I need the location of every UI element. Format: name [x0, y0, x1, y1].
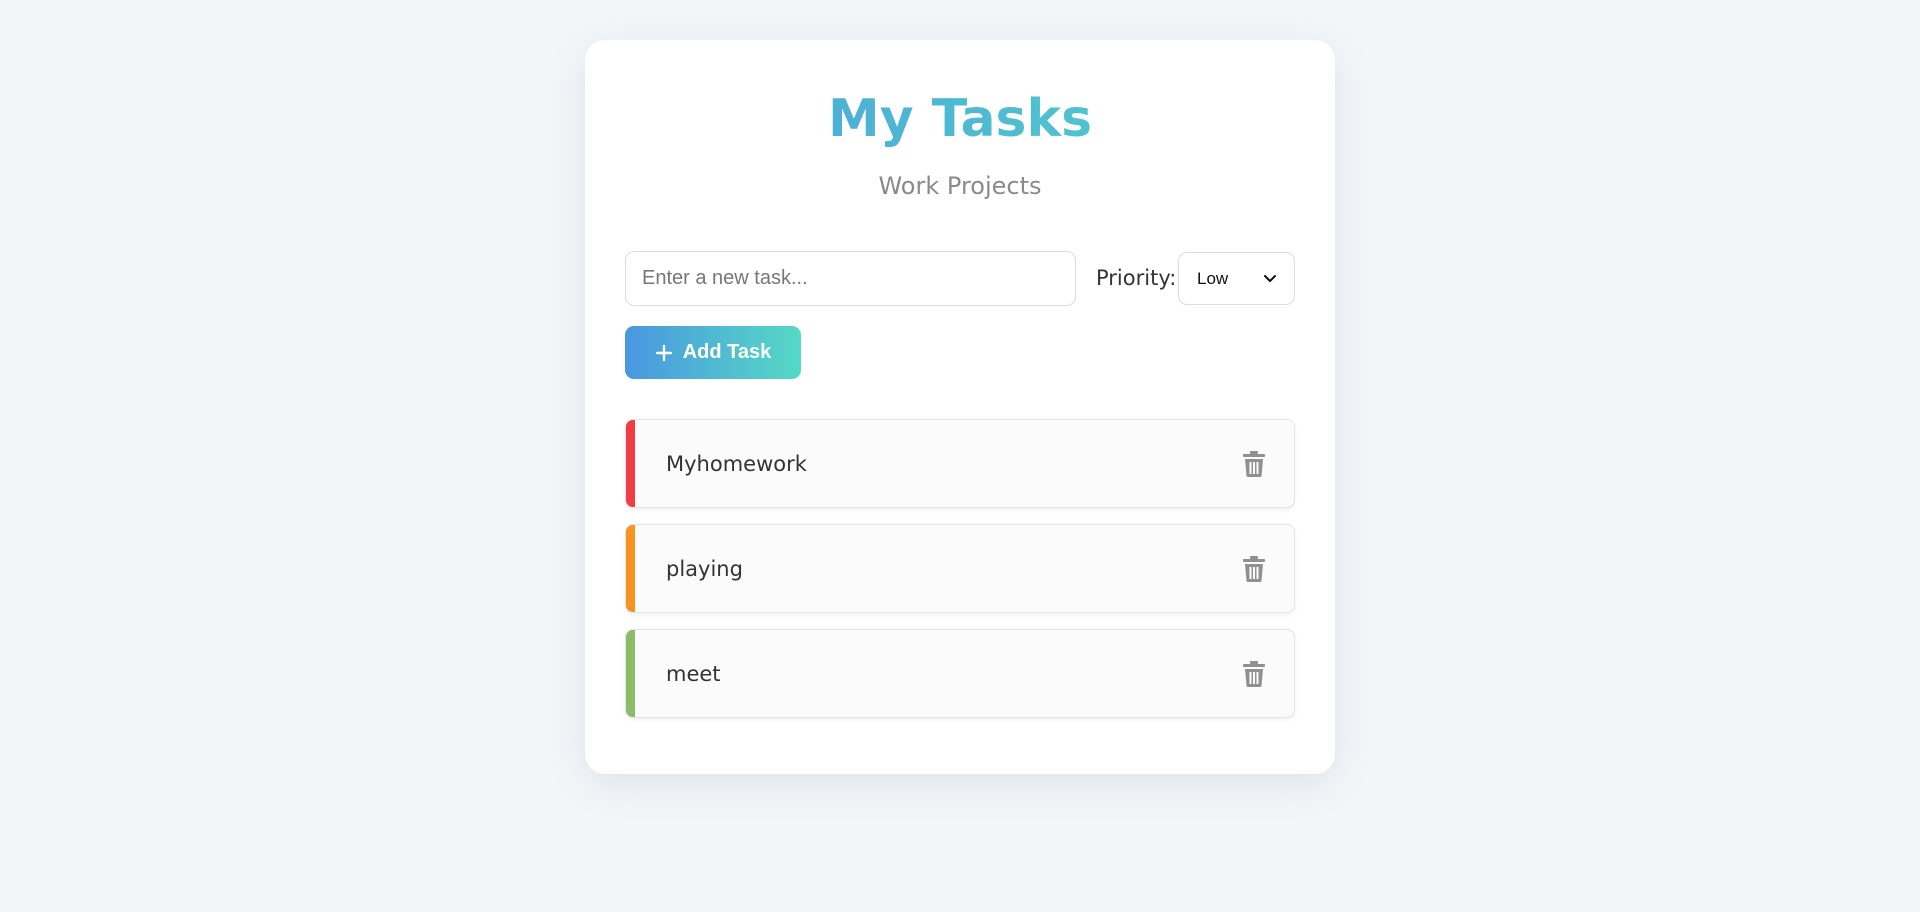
trash-icon[interactable] [1242, 555, 1266, 583]
plus-icon [655, 344, 672, 361]
priority-select[interactable]: Low [1178, 252, 1295, 305]
page-subtitle: Work Projects [878, 172, 1042, 200]
priority-indicator [626, 420, 635, 507]
priority-label: Priority: [1096, 266, 1177, 290]
task-list: Myhomework playing meet [625, 419, 1295, 734]
task-text: Myhomework [666, 451, 807, 476]
task-item: Myhomework [625, 419, 1295, 508]
task-item: playing [625, 524, 1295, 613]
task-text: playing [666, 556, 743, 581]
chevron-down-icon [1264, 274, 1276, 282]
priority-indicator [626, 525, 635, 612]
priority-selected-value: Low [1197, 268, 1229, 288]
trash-icon[interactable] [1242, 660, 1266, 688]
add-task-button[interactable]: Add Task [625, 326, 801, 379]
new-task-input[interactable] [625, 251, 1076, 306]
priority-indicator [626, 630, 635, 717]
page-title: My Tasks [585, 88, 1335, 150]
task-item: meet [625, 629, 1295, 718]
add-task-label: Add Task [682, 341, 772, 363]
trash-icon[interactable] [1242, 450, 1266, 478]
todo-card: My Tasks Work Projects Priority: Low Add… [585, 40, 1335, 774]
task-text: meet [666, 661, 721, 686]
